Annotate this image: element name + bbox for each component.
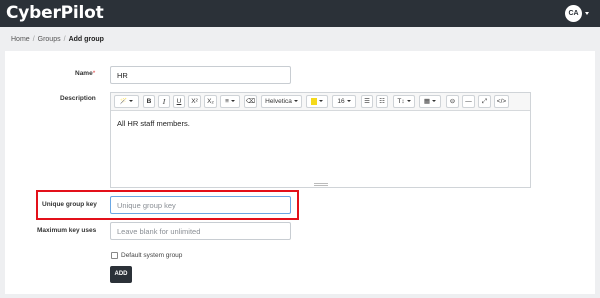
chevron-down-icon [406,100,411,103]
unique-group-key-input[interactable] [110,196,291,214]
user-avatar[interactable]: CA [565,5,582,22]
breadcrumb-home-link[interactable]: Home [11,36,30,43]
italic-button[interactable]: I [158,95,170,108]
chevron-down-icon[interactable] [585,12,589,15]
max-key-uses-input[interactable] [110,222,291,240]
magic-wand-button[interactable]: 🪄 [114,95,139,108]
fullscreen-button[interactable]: ⤢ [478,95,491,108]
table-icon: ▦ [423,98,431,105]
link-button[interactable]: ⊖ [446,95,459,108]
line-height-button[interactable]: T↕ [393,95,415,108]
max-key-uses-label: Maximum key uses [37,227,97,234]
fullscreen-icon: ⤢ [481,98,488,105]
ordered-list-button[interactable]: ☷ [376,95,388,108]
underline-button[interactable]: U [173,95,185,108]
font-family-value: Helvetica [265,98,292,105]
font-color-button[interactable] [306,95,328,108]
code-icon: </> [496,98,507,105]
unique-group-key-label: Unique group key [42,201,97,208]
subscript-button[interactable]: X₂ [204,95,217,108]
app-logo[interactable]: CyberPilot [6,3,104,23]
breadcrumb-separator: / [63,36,66,43]
chevron-down-icon [319,100,323,103]
editor-toolbar: 🪄 B I U X² X₂ ≡ ⌫ Helvetica 16 ☰ ☷ T↕ ▦ … [111,93,530,111]
ordered-list-icon: ☷ [379,98,385,105]
superscript-button[interactable]: X² [188,95,201,108]
font-size-value: 16 [337,98,345,105]
default-system-group-label: Default system group [121,252,183,259]
name-label-text: Name [75,70,93,77]
name-input[interactable] [110,66,291,84]
paragraph-align-button[interactable]: ≡ [220,95,240,108]
font-size-dropdown[interactable]: 16 [332,95,356,108]
text-height-icon: T↕ [397,98,405,105]
horizontal-rule-icon: — [465,98,472,105]
chevron-down-icon [230,100,235,103]
name-label: Name* [75,70,95,78]
chevron-down-icon [432,100,437,103]
magic-wand-icon: 🪄 [119,99,128,105]
resize-handle[interactable] [314,183,328,186]
top-bar: CyberPilot CA [0,0,600,27]
required-marker: * [92,70,96,77]
breadcrumb: Home / Groups / Add group [11,35,104,44]
eraser-icon: ⌫ [245,98,256,105]
default-system-group-checkbox[interactable] [111,252,118,259]
clear-format-button[interactable]: ⌫ [244,95,257,108]
description-label: Description [60,95,96,102]
chevron-down-icon [346,100,351,103]
editor-content[interactable]: All HR staff members. [117,119,190,128]
add-button[interactable]: ADD [110,266,132,283]
chevron-down-icon [293,100,298,103]
breadcrumb-current: Add group [68,36,104,43]
code-view-button[interactable]: </> [494,95,509,108]
link-icon: ⊖ [449,98,456,105]
highlight-color-icon [311,97,317,105]
description-editor: 🪄 B I U X² X₂ ≡ ⌫ Helvetica 16 ☰ ☷ T↕ ▦ … [110,92,531,188]
horizontal-rule-button[interactable]: — [462,95,475,108]
align-left-icon: ≡ [225,98,229,105]
font-family-dropdown[interactable]: Helvetica [261,95,302,108]
breadcrumb-separator: / [32,36,35,43]
table-button[interactable]: ▦ [419,95,441,108]
bold-button[interactable]: B [143,95,155,108]
breadcrumb-groups-link[interactable]: Groups [38,36,61,43]
chevron-down-icon [129,100,134,103]
unordered-list-button[interactable]: ☰ [361,95,373,108]
unordered-list-icon: ☰ [364,98,370,105]
